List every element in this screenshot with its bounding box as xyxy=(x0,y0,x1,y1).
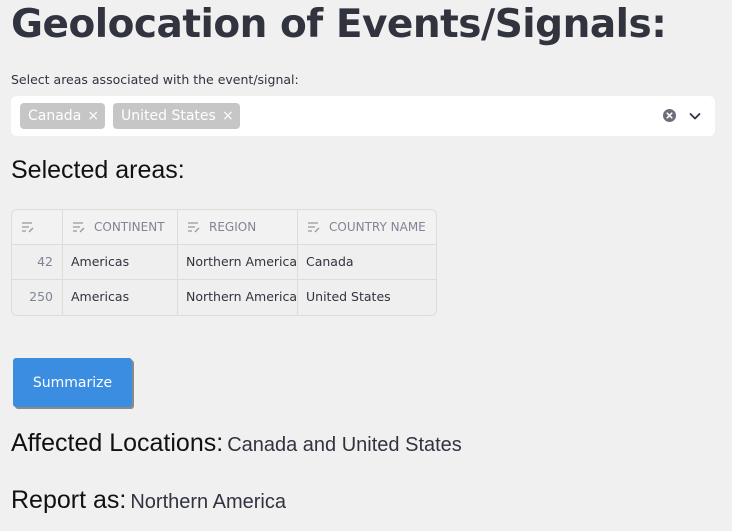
tag-remove-icon[interactable]: × xyxy=(216,103,240,129)
tag-label: Canada xyxy=(28,108,82,124)
tag-label: United States xyxy=(121,108,216,124)
page-title: Geolocation of Events/Signals: xyxy=(11,2,667,47)
summarize-button[interactable]: Summarize xyxy=(13,358,132,407)
chevron-down-icon[interactable] xyxy=(688,109,702,123)
selected-areas-table: CONTINENT REGION COUNTRY NAME 42 America… xyxy=(11,209,437,316)
table-header-row: CONTINENT REGION COUNTRY NAME xyxy=(12,210,436,245)
cell-region[interactable]: Northern America xyxy=(178,280,298,315)
row-index: 250 xyxy=(12,280,63,315)
sort-lines-icon xyxy=(73,221,85,232)
report-as-line: Report as: Northern America xyxy=(11,486,286,515)
selected-tag-united-states: United States × xyxy=(113,103,240,129)
affected-locations-line: Affected Locations: Canada and United Sta… xyxy=(11,429,462,458)
column-header-continent[interactable]: CONTINENT xyxy=(63,210,178,244)
report-as-value: Northern America xyxy=(130,491,286,513)
tag-remove-icon[interactable]: × xyxy=(81,103,105,129)
clear-all-icon[interactable] xyxy=(663,109,676,122)
index-header[interactable] xyxy=(12,210,63,244)
column-header-region[interactable]: REGION xyxy=(178,210,298,244)
sort-lines-icon xyxy=(188,221,200,232)
cell-region[interactable]: Northern America xyxy=(178,245,298,279)
area-multiselect[interactable]: Canada × United States × xyxy=(11,96,715,136)
selected-areas-heading: Selected areas: xyxy=(11,156,185,184)
sort-lines-icon xyxy=(308,221,320,232)
column-header-label: REGION xyxy=(209,220,257,234)
column-header-label: CONTINENT xyxy=(94,220,165,234)
table-row: 42 Americas Northern America Canada xyxy=(12,245,436,280)
column-header-label: COUNTRY NAME xyxy=(329,220,426,234)
cell-country-name[interactable]: Canada xyxy=(298,245,436,279)
affected-locations-value: Canada and United States xyxy=(227,434,462,456)
report-as-label: Report as: xyxy=(11,486,127,514)
row-index: 42 xyxy=(12,245,63,279)
area-select-label: Select areas associated with the event/s… xyxy=(11,72,299,87)
affected-locations-label: Affected Locations: xyxy=(11,429,224,457)
cell-continent[interactable]: Americas xyxy=(63,245,178,279)
selected-tag-canada: Canada × xyxy=(20,103,106,129)
cell-country-name[interactable]: United States xyxy=(298,280,436,315)
sort-lines-icon xyxy=(22,221,34,232)
table-row: 250 Americas Northern America United Sta… xyxy=(12,280,436,315)
cell-continent[interactable]: Americas xyxy=(63,280,178,315)
column-header-country-name[interactable]: COUNTRY NAME xyxy=(298,210,436,244)
